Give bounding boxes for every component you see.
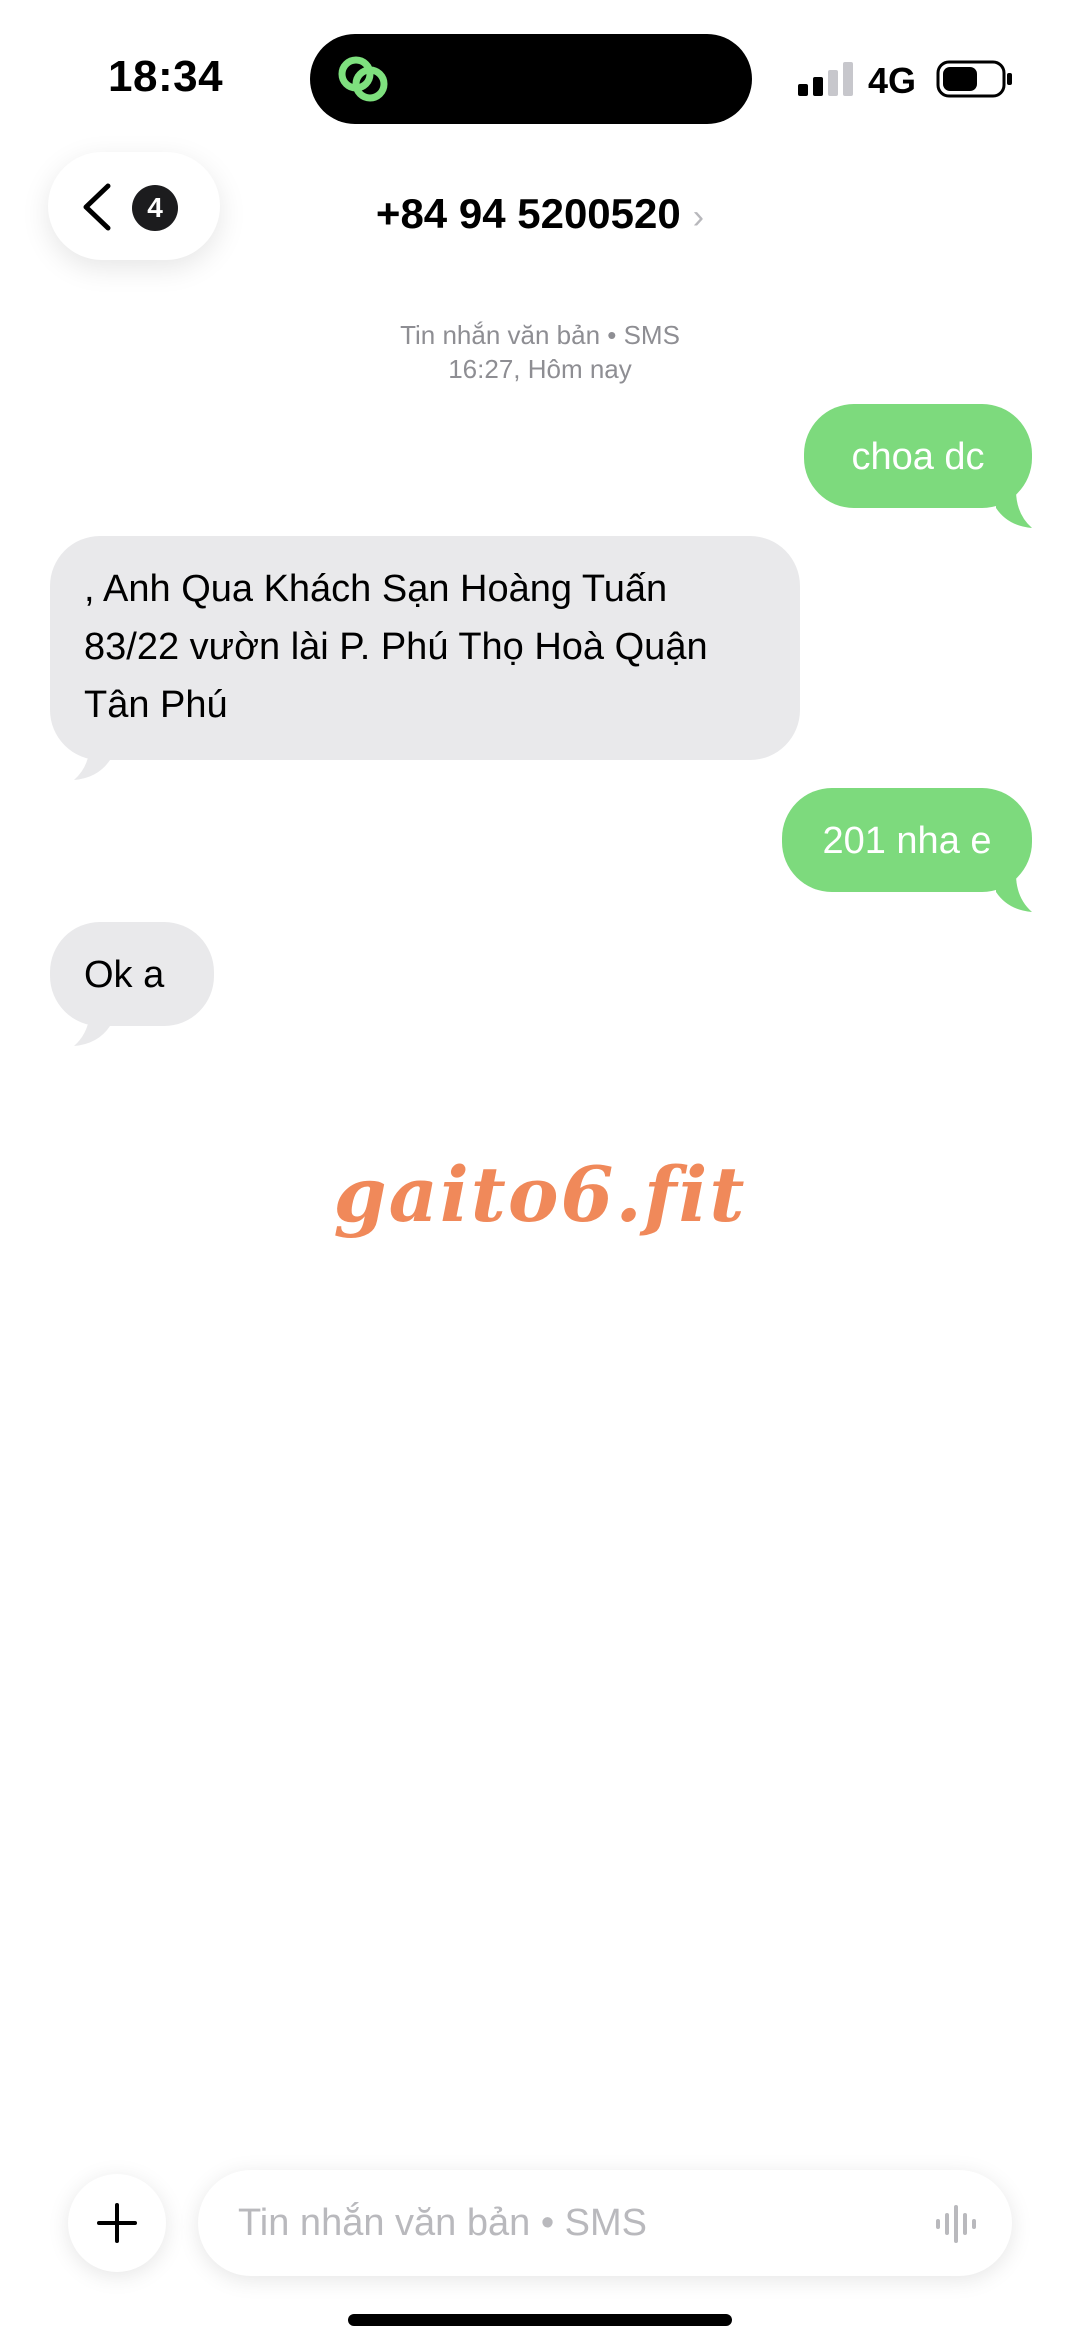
contact-number: +84 94 5200520 <box>375 190 681 237</box>
contact-name[interactable]: +84 94 5200520 › <box>0 190 1080 238</box>
message-composer[interactable] <box>198 2170 1012 2276</box>
battery-icon <box>936 60 1012 98</box>
bubble-tail <box>996 490 1032 528</box>
bubble-tail <box>74 1008 110 1046</box>
dynamic-island[interactable] <box>310 34 752 124</box>
message-bubble-outgoing[interactable]: 201 nha e <box>782 788 1032 892</box>
waveform-icon[interactable] <box>934 2202 978 2246</box>
message-input[interactable] <box>238 2192 878 2254</box>
signal-icon <box>798 62 853 96</box>
message-bubble-incoming[interactable]: , Anh Qua Khách Sạn Hoàng Tuấn 83/22 vườ… <box>50 536 800 760</box>
bubble-tail <box>74 742 110 780</box>
bubble-tail <box>996 874 1032 912</box>
conversation-meta: Tin nhắn văn bản • SMS 16:27, Hôm nay <box>0 318 1080 386</box>
message-timestamp: 16:27, Hôm nay <box>448 354 632 384</box>
chevron-right-icon: › <box>692 198 705 236</box>
link-icon <box>338 56 388 102</box>
message-type-label: Tin nhắn văn bản • SMS <box>400 320 680 350</box>
watermark-text: gaito6.fit <box>333 1150 747 1239</box>
network-type: 4G <box>868 60 917 101</box>
plus-icon <box>97 2203 137 2243</box>
add-attachment-button[interactable] <box>68 2174 166 2272</box>
home-indicator[interactable] <box>348 2314 732 2326</box>
status-time: 18:34 <box>108 52 224 101</box>
